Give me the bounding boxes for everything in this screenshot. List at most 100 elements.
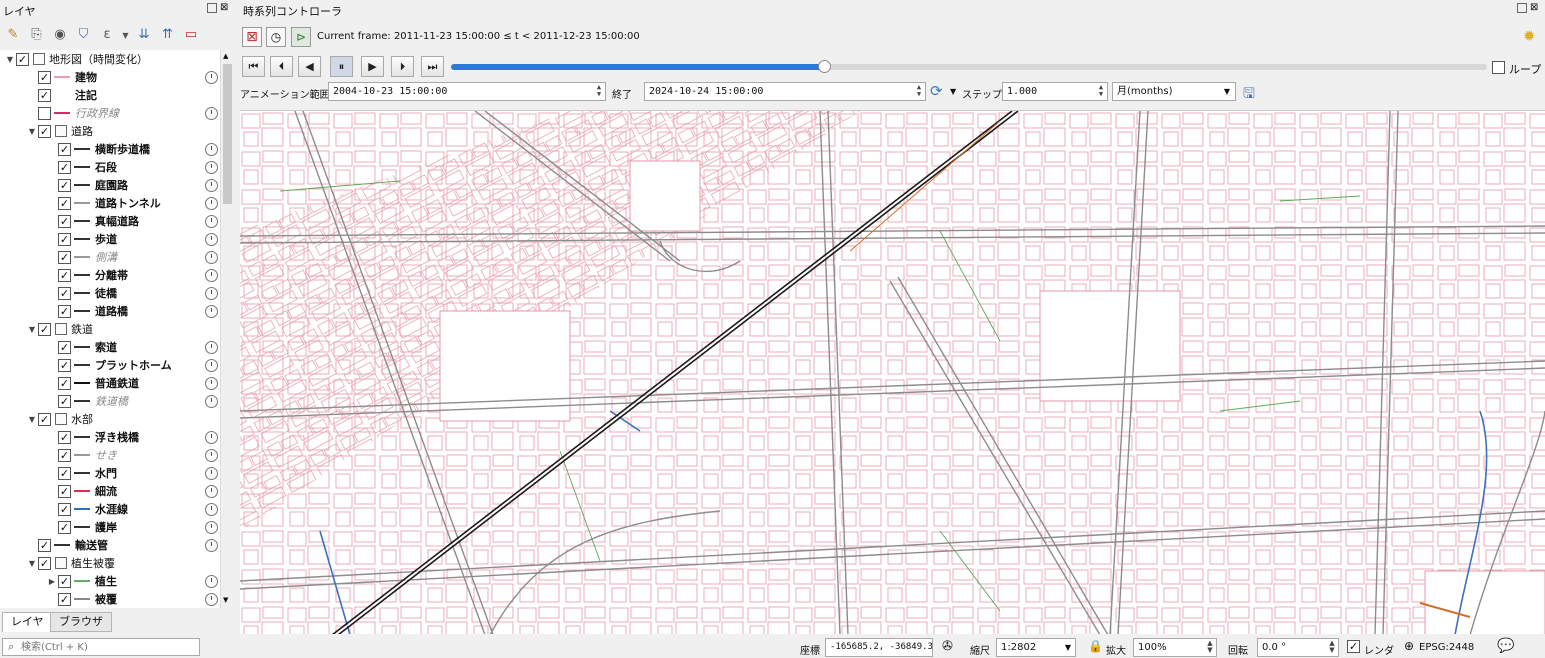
layer-row[interactable]: ✓ 道路橋 — [46, 302, 218, 320]
layer-visibility-checkbox[interactable]: ✓ — [38, 88, 51, 102]
layer-group-row[interactable]: ▼ ✓ 道路 — [26, 122, 218, 140]
layer-group-row[interactable]: ▼ ✓ 水部 — [26, 410, 218, 428]
layer-visibility-checkbox[interactable]: ✓ — [58, 232, 71, 246]
layer-visibility-checkbox[interactable]: ✓ — [58, 286, 71, 300]
layer-group-row[interactable]: ▼ ✓ 地形図（時間変化） — [4, 50, 218, 68]
layer-visibility-checkbox[interactable]: ✓ — [58, 484, 71, 498]
messages-icon[interactable]: 💬 — [1497, 638, 1514, 654]
tab-layers[interactable]: レイヤ — [2, 612, 53, 632]
layer-visibility-checkbox[interactable]: ✓ — [58, 430, 71, 444]
next-frame-button[interactable]: ⏵ — [391, 56, 414, 77]
layer-row[interactable]: ✓ 水涯線 — [46, 500, 218, 518]
previous-frame-button[interactable]: ⏴ — [270, 56, 293, 77]
layer-row[interactable]: ✓ プラットホーム — [46, 356, 218, 374]
step-spin-icon[interactable]: ▲ ▼ — [1096, 84, 1106, 99]
layer-visibility-checkbox[interactable]: ✓ — [38, 412, 51, 426]
temporal-clock-icon[interactable] — [205, 430, 218, 444]
temporal-clock-icon[interactable] — [205, 394, 218, 408]
scroll-up-icon[interactable]: ▲ — [223, 52, 228, 60]
play-button[interactable]: ▶ — [361, 56, 384, 77]
layer-visibility-checkbox[interactable]: ✓ — [58, 592, 71, 606]
layer-row[interactable]: ✓ 細流 — [46, 482, 218, 500]
layer-group-row[interactable]: ▼ ✓ 鉄道 — [26, 320, 218, 338]
layer-row[interactable]: ✓ 横断歩道橋 — [46, 140, 218, 158]
layer-row[interactable]: ✓ 水門 — [46, 464, 218, 482]
layer-visibility-checkbox[interactable] — [38, 106, 51, 120]
layer-visibility-checkbox[interactable]: ✓ — [58, 250, 71, 264]
step-unit-select[interactable]: 月(months) ▼ — [1112, 82, 1236, 101]
temporal-clock-icon[interactable] — [205, 106, 218, 120]
refresh-dropdown-icon[interactable]: ▼ — [950, 87, 956, 96]
temporal-clock-icon[interactable] — [205, 574, 218, 588]
layer-row[interactable]: ✓ 側溝 — [46, 248, 218, 266]
map-canvas[interactable] — [240, 110, 1545, 634]
temporal-clock-icon[interactable] — [205, 70, 218, 84]
search-input[interactable] — [21, 640, 197, 654]
expand-arrow-icon[interactable]: ▼ — [26, 127, 38, 136]
layer-visibility-checkbox[interactable]: ✓ — [38, 124, 51, 138]
layer-row[interactable]: ✓ 歩道 — [46, 230, 218, 248]
first-frame-button[interactable]: ⏮ — [242, 56, 265, 77]
layer-visibility-checkbox[interactable]: ✓ — [58, 142, 71, 156]
layer-row[interactable]: ✓ 索道 — [46, 338, 218, 356]
end-spin-icon[interactable]: ▲ ▼ — [914, 84, 924, 99]
locator-search-box[interactable]: ⌕ — [2, 638, 200, 656]
layer-visibility-checkbox[interactable]: ✓ — [16, 52, 29, 66]
layer-group-row[interactable]: ▼ ✓ 植生被覆 — [26, 554, 218, 572]
lock-icon[interactable]: 🔒 — [1088, 639, 1103, 653]
temporal-clock-icon[interactable] — [205, 538, 218, 552]
float-icon[interactable] — [207, 3, 217, 13]
refresh-range-icon[interactable]: ⟳ — [930, 82, 943, 100]
filter-icon[interactable]: ⛉ — [74, 25, 94, 45]
step-value-field[interactable]: 1.000 ▲ ▼ — [1002, 82, 1108, 101]
layer-visibility-checkbox[interactable]: ✓ — [58, 304, 71, 318]
start-datetime-field[interactable]: 2004-10-23 15:00:00 ▲ ▼ — [328, 82, 606, 101]
expand-arrow-icon[interactable]: ▼ — [4, 55, 16, 64]
temporal-clock-icon[interactable] — [205, 520, 218, 534]
layer-visibility-checkbox[interactable]: ✓ — [38, 70, 51, 84]
layer-row[interactable]: ✓ 鉄道橋 — [46, 392, 218, 410]
temporal-clock-icon[interactable] — [205, 178, 218, 192]
close-icon[interactable]: ⊠ — [220, 2, 228, 13]
time-slider[interactable] — [451, 60, 1487, 73]
temporal-clock-icon[interactable] — [205, 592, 218, 606]
layer-visibility-checkbox[interactable]: ✓ — [38, 556, 51, 570]
temporal-clock-icon[interactable] — [205, 340, 218, 354]
temporal-clock-icon[interactable] — [205, 250, 218, 264]
fixed-range-clock-icon[interactable]: ◷ — [266, 27, 286, 47]
layer-row[interactable]: ✓ 道路トンネル — [46, 194, 218, 212]
play-reverse-button[interactable]: ◀ — [298, 56, 321, 77]
temporal-clock-icon[interactable] — [205, 358, 218, 372]
scale-field[interactable]: 1:2802 ▼ — [996, 638, 1076, 657]
dropdown-arrow-icon[interactable]: ▼ — [121, 26, 131, 46]
layer-visibility-checkbox[interactable]: ✓ — [58, 340, 71, 354]
temporal-clock-icon[interactable] — [205, 448, 218, 462]
layer-visibility-checkbox[interactable]: ✓ — [58, 520, 71, 534]
end-datetime-field[interactable]: 2024-10-24 15:00:00 ▲ ▼ — [644, 82, 926, 101]
remove-layer-icon[interactable]: ▭ — [181, 25, 201, 45]
layer-row[interactable]: ✓ せき — [46, 446, 218, 464]
collapse-all-icon[interactable]: ⇈ — [158, 25, 178, 45]
layer-visibility-checkbox[interactable]: ✓ — [38, 538, 51, 552]
expand-arrow-icon[interactable]: ▼ — [26, 325, 38, 334]
close-icon[interactable]: ⊠ — [1530, 2, 1538, 13]
magnifier-spin-icon[interactable]: ▲ ▼ — [1205, 640, 1215, 655]
temporal-clock-icon[interactable] — [205, 232, 218, 246]
layer-row[interactable]: ✓ 普通鉄道 — [46, 374, 218, 392]
temporal-clock-icon[interactable] — [205, 268, 218, 282]
filter-expression-icon[interactable]: ε — [97, 25, 117, 45]
layer-tree-scrollbar[interactable]: ▲ ▼ — [220, 50, 233, 608]
pause-button[interactable]: ⏸ — [330, 56, 353, 77]
temporal-clock-icon[interactable] — [205, 142, 218, 156]
crs-button[interactable]: EPSG:2448 — [1419, 642, 1474, 653]
layer-row[interactable]: ✓ 浮き桟橋 — [46, 428, 218, 446]
temporal-clock-icon[interactable] — [205, 214, 218, 228]
layer-row[interactable]: ✓ 建物 — [26, 68, 218, 86]
layer-group-row[interactable]: ▶ ✓ 植生 — [46, 572, 218, 590]
temporal-clock-icon[interactable] — [205, 160, 218, 174]
float-icon[interactable] — [1517, 3, 1527, 13]
scrollbar-thumb[interactable] — [223, 64, 232, 204]
disable-temporal-button[interactable]: ⊠ — [242, 27, 262, 47]
layer-visibility-checkbox[interactable]: ✓ — [58, 574, 71, 588]
layer-visibility-checkbox[interactable]: ✓ — [58, 268, 71, 282]
